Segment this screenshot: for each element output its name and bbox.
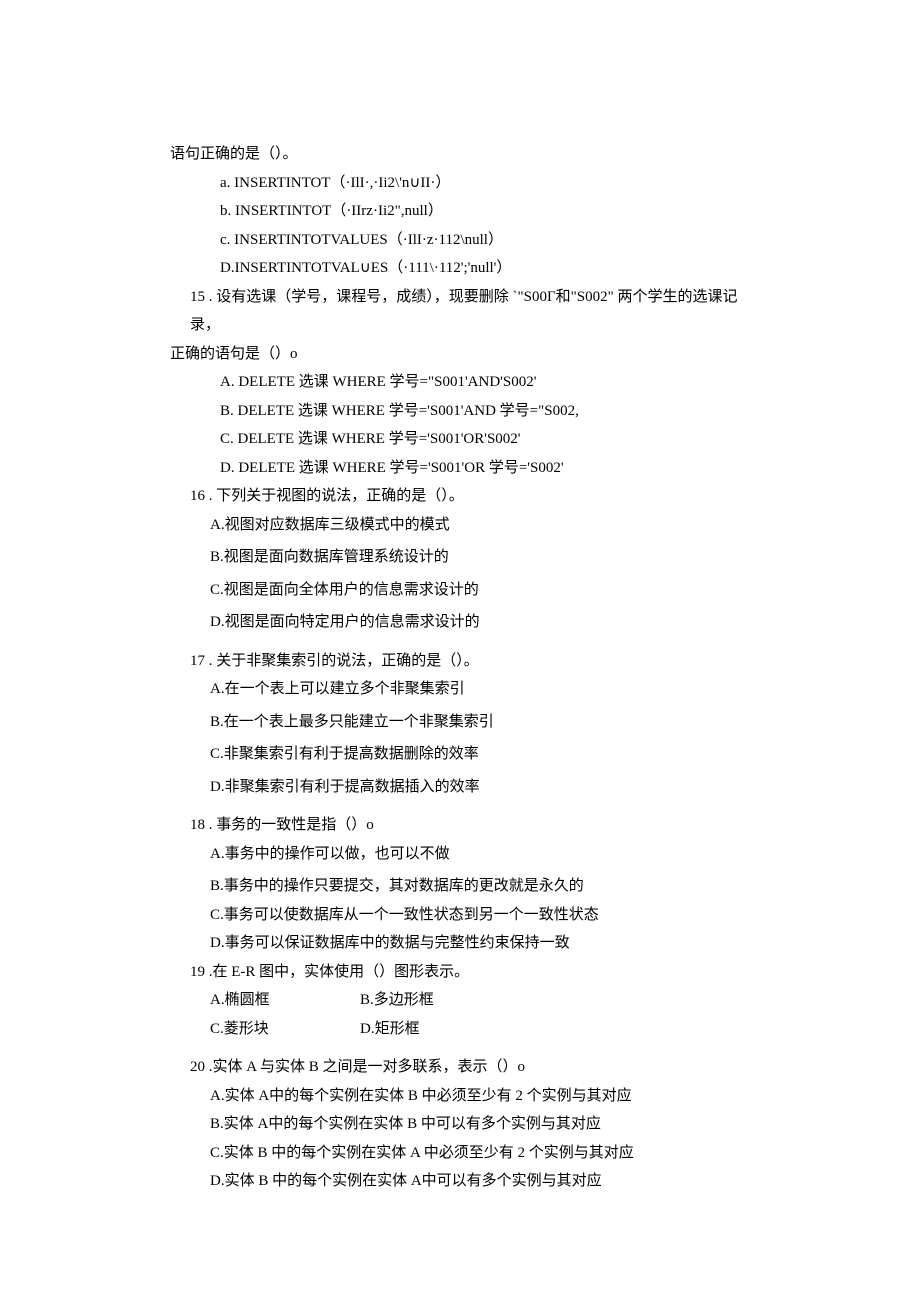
q20-stem: 20 .实体 A 与实体 B 之间是一对多联系，表示（）o [170,1053,750,1082]
q16-stem: 16 . 下列关于视图的说法，正确的是（）。 [170,482,750,511]
q15-stem-2: 正确的语句是（）o [170,340,750,369]
q20-option-a: A.实体 A中的每个实例在实体 B 中必须至少有 2 个实例与其对应 [170,1082,750,1111]
q18-stem: 18 . 事务的一致性是指（）o [170,811,750,840]
intro-option-d: D.INSERTINTOTVAL∪ES（·111\·112';'null'） [170,254,750,283]
intro-option-a: a. INSERTINTOT（·IlI·,·Ii2\'n∪II·） [170,169,750,198]
q16-option-b: B.视图是面向数据库管理系统设计的 [170,543,750,572]
q17-stem: 17 . 关于非聚集索引的说法，正确的是（）。 [170,647,750,676]
q19-row-1: A.椭圆框 B.多边形框 [170,986,750,1015]
q20-option-b: B.实体 A中的每个实例在实体 B 中可以有多个实例与其对应 [170,1110,750,1139]
q19-option-b: B.多边形框 [360,986,510,1015]
q18-option-d: D.事务可以保证数据库中的数据与完整性约束保持一致 [170,929,750,958]
intro-option-b: b. INSERTINTOT（·IIrz·Ii2",null） [170,197,750,226]
q18-option-b: B.事务中的操作只要提交，其对数据库的更改就是永久的 [170,872,750,901]
q15-option-d: D. DELETE 选课 WHERE 学号='S001'OR 学号='S002' [170,454,750,483]
q20-option-c: C.实体 B 中的每个实例在实体 A 中必须至少有 2 个实例与其对应 [170,1139,750,1168]
q17-option-c: C.非聚集索引有利于提高数据删除的效率 [170,740,750,769]
q16-option-a: A.视图对应数据库三级模式中的模式 [170,511,750,540]
q19-option-c: C.菱形块 [210,1015,360,1044]
q15-option-c: C. DELETE 选课 WHERE 学号='S001'OR'S002' [170,425,750,454]
q17-option-b: B.在一个表上最多只能建立一个非聚集索引 [170,708,750,737]
q15-stem-1: 15 . 设有选课（学号，课程号，成绩），现要删除 `"S00Γ和"S002" … [170,283,750,340]
q20-option-d: D.实体 B 中的每个实例在实体 A中可以有多个实例与其对应 [170,1167,750,1196]
q16-option-d: D.视图是面向特定用户的信息需求设计的 [170,608,750,637]
q15-option-a: A. DELETE 选课 WHERE 学号="S001'AND'S002' [170,368,750,397]
q19-option-d: D.矩形框 [360,1015,510,1044]
q18-option-a: A.事务中的操作可以做，也可以不做 [170,840,750,869]
q16-option-c: C.视图是面向全体用户的信息需求设计的 [170,576,750,605]
q18-option-c: C.事务可以使数据库从一个一致性状态到另一个一致性状态 [170,901,750,930]
q19-stem: 19 .在 E-R 图中，实体使用（）图形表示。 [170,958,750,987]
intro-option-c: c. INSERTINTOTVALUES（·IlI·z·112\null） [170,226,750,255]
q17-option-d: D.非聚集索引有利于提高数据插入的效率 [170,773,750,802]
q19-row-2: C.菱形块 D.矩形框 [170,1015,750,1044]
document-page: 语句正确的是（）。 a. INSERTINTOT（·IlI·,·Ii2\'n∪I… [0,0,920,1301]
q15-option-b: B. DELETE 选课 WHERE 学号='S001'AND 学号="S002… [170,397,750,426]
q19-option-a: A.椭圆框 [210,986,360,1015]
intro-line: 语句正确的是（）。 [170,140,750,169]
q17-option-a: A.在一个表上可以建立多个非聚集索引 [170,675,750,704]
